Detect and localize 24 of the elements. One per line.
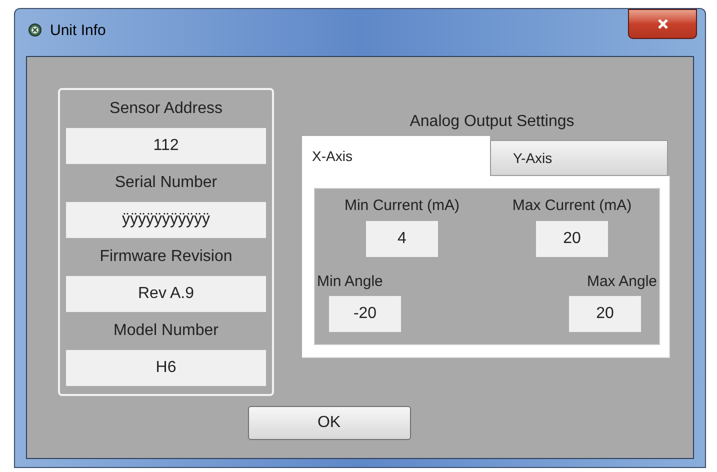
close-icon	[656, 18, 668, 30]
ok-button[interactable]: OK	[248, 406, 410, 440]
field-label: Sensor Address	[108, 99, 224, 119]
field-label: Max Current (mA)	[512, 196, 632, 216]
field-label: Serial Number	[114, 173, 218, 193]
value-field[interactable]: 112	[66, 128, 266, 164]
field-label: Max Angle	[586, 272, 657, 292]
value-field[interactable]: H6	[66, 350, 266, 386]
value-field[interactable]: 20	[569, 296, 641, 332]
field-label: Model Number	[112, 321, 220, 341]
value-field[interactable]: ÿÿÿÿÿÿÿÿÿÿÿ	[66, 202, 266, 238]
value-field[interactable]: 4	[366, 220, 438, 256]
value-field[interactable]: 20	[536, 220, 608, 256]
app-icon	[28, 23, 42, 37]
field-label: Firmware Revision	[98, 247, 234, 267]
field-label: Min Angle	[317, 272, 383, 292]
close-button[interactable]	[628, 9, 697, 39]
window-title: Unit Info	[50, 21, 106, 41]
tab[interactable]: Y-Axis	[490, 140, 668, 176]
value-field[interactable]: -20	[329, 296, 401, 332]
section-title: Analog Output Settings	[408, 112, 576, 132]
tab[interactable]: X-Axis	[302, 136, 490, 176]
value-field[interactable]: Rev A.9	[66, 276, 266, 312]
field-label: Min Current (mA)	[344, 196, 460, 216]
